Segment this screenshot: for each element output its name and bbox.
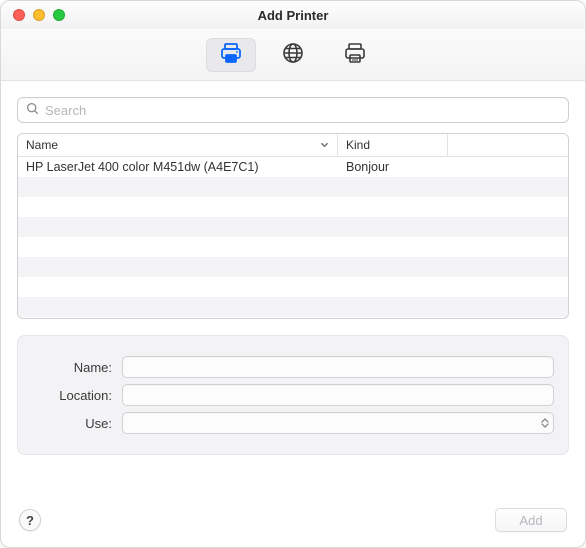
minimize-window-button[interactable] [33, 9, 45, 21]
close-window-button[interactable] [13, 9, 25, 21]
footer: ? Add [1, 493, 585, 547]
printer-source-tabs [200, 38, 386, 72]
zoom-window-button[interactable] [53, 9, 65, 21]
help-button[interactable]: ? [19, 509, 41, 531]
label-location: Location: [32, 388, 112, 403]
cell-kind: Bonjour [338, 157, 448, 177]
table-row[interactable]: HP LaserJet 400 color M451dw (A4E7C1) Bo… [18, 157, 568, 177]
window-controls [13, 9, 65, 21]
printer-list-body: HP LaserJet 400 color M451dw (A4E7C1) Bo… [18, 157, 568, 318]
advanced-printer-icon [343, 41, 367, 68]
empty-row [18, 257, 568, 277]
column-header-kind[interactable]: Kind [338, 134, 448, 156]
content: Name Kind HP LaserJet 400 color M451dw (… [1, 81, 585, 493]
label-name: Name: [32, 360, 112, 375]
use-popup[interactable] [122, 412, 554, 434]
empty-row [18, 177, 568, 197]
name-field[interactable] [122, 356, 554, 378]
sort-indicator-icon [320, 138, 329, 152]
toolbar [1, 29, 585, 81]
cell-name: HP LaserJet 400 color M451dw (A4E7C1) [18, 157, 338, 177]
add-button[interactable]: Add [495, 508, 567, 532]
titlebar: Add Printer [1, 1, 585, 29]
location-field[interactable] [122, 384, 554, 406]
column-header-name-label: Name [26, 138, 58, 152]
row-use: Use: [32, 412, 554, 434]
printer-list: Name Kind HP LaserJet 400 color M451dw (… [17, 133, 569, 319]
search-input[interactable] [45, 103, 560, 118]
tab-default[interactable] [206, 38, 256, 72]
help-icon: ? [26, 513, 34, 528]
column-header-name[interactable]: Name [18, 134, 338, 156]
empty-row [18, 277, 568, 297]
window-title: Add Printer [258, 8, 329, 23]
column-header-spacer [448, 134, 568, 156]
tab-ip[interactable] [268, 38, 318, 72]
label-use: Use: [32, 416, 112, 431]
tab-windows[interactable] [330, 38, 380, 72]
empty-row [18, 217, 568, 237]
printer-list-header: Name Kind [18, 134, 568, 157]
printer-icon [219, 41, 243, 68]
empty-row [18, 197, 568, 217]
add-printer-window: Add Printer [0, 0, 586, 548]
column-header-kind-label: Kind [346, 138, 370, 152]
globe-icon [281, 41, 305, 68]
search-icon [26, 102, 39, 118]
empty-row [18, 237, 568, 257]
row-location: Location: [32, 384, 554, 406]
empty-row [18, 297, 568, 317]
printer-details-panel: Name: Location: Use: [17, 335, 569, 455]
search-field[interactable] [17, 97, 569, 123]
popup-stepper-icon [541, 418, 549, 428]
row-name: Name: [32, 356, 554, 378]
add-button-label: Add [519, 513, 542, 528]
